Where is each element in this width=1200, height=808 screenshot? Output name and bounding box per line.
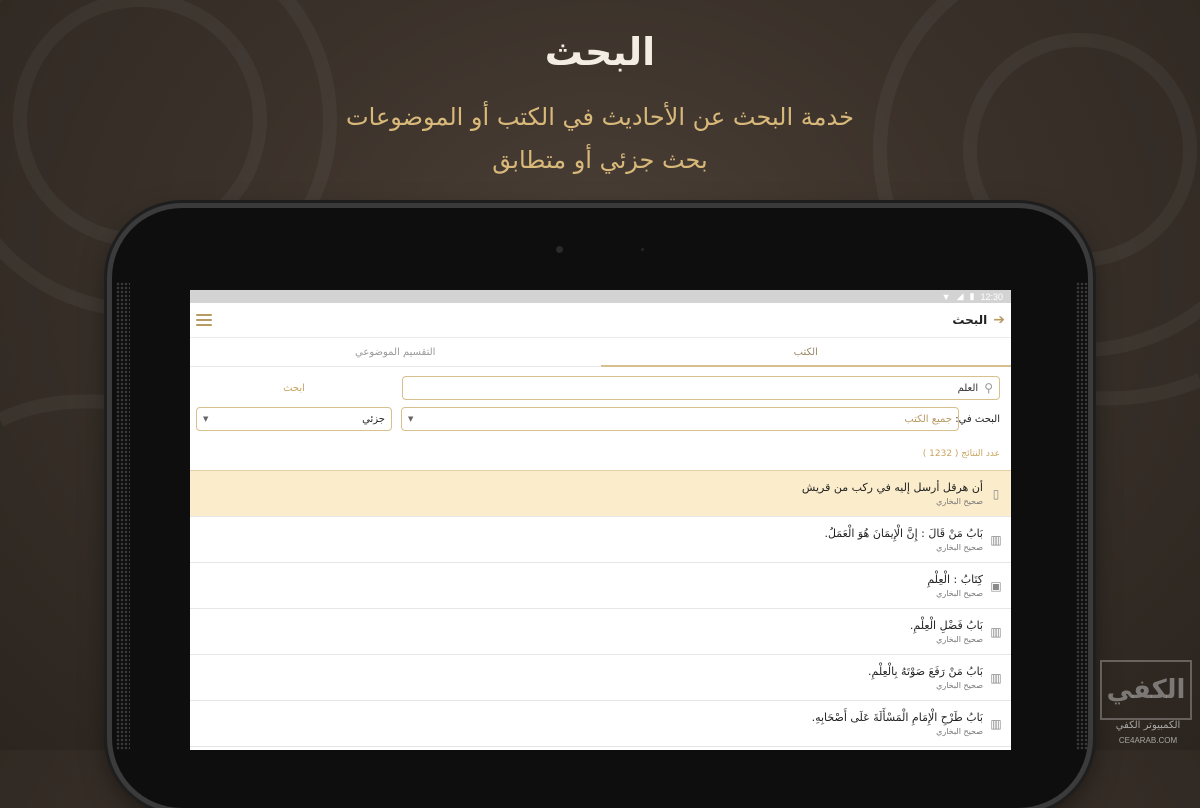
- search-input-box[interactable]: ⚲: [402, 376, 1000, 400]
- open-book-icon: ▥: [990, 532, 1002, 547]
- search-button[interactable]: ابحث: [196, 376, 392, 400]
- tab-bar: الكتب التقسيم الموضوعي: [190, 338, 1011, 367]
- books-select[interactable]: جميع الكتب ▼: [401, 407, 959, 431]
- app-bar-title: البحث: [952, 313, 988, 327]
- tab-books[interactable]: الكتب: [600, 338, 1012, 367]
- sensor-icon: [641, 248, 644, 251]
- list-item[interactable]: ▣ كِتَابُ : الْعِلْمِ صحيح البخاري: [190, 563, 1011, 609]
- watermark-name: الكمبيوتر الكفي: [1115, 720, 1181, 731]
- result-source: صحيح البخاري: [936, 497, 983, 506]
- open-book-icon: ▥: [990, 624, 1002, 639]
- device-screen: 12:30 ▮ ◢ ▼ ➔ البحث الكتب التقسيم الموضو…: [190, 290, 1011, 750]
- books-select-value: جميع الكتب: [904, 413, 952, 425]
- list-item[interactable]: ▥ بَابُ مَنْ رَفَعَ صَوْتَهُ بِالْعِلْمِ…: [190, 655, 1011, 701]
- search-form: ⚲ ابحث البحث في: جميع الكتب ▼ جزئي ▼ عدد…: [190, 367, 1011, 470]
- menu-hamburger-icon[interactable]: [196, 314, 212, 326]
- book-icon: ▣: [990, 578, 1002, 593]
- promo-title: البحث: [544, 30, 656, 74]
- result-title: بَابُ مَنْ رَفَعَ صَوْتَهُ بِالْعِلْمِ.: [868, 665, 983, 678]
- speaker-grille-left: [116, 282, 130, 750]
- app-bar: ➔ البحث: [190, 303, 1011, 338]
- search-in-label: البحث في:: [955, 414, 1000, 425]
- search-mode-select[interactable]: جزئي ▼: [196, 407, 392, 431]
- speaker-grille-right: [1076, 282, 1090, 750]
- result-source: صحيح البخاري: [936, 589, 983, 598]
- results-list: ▯ أن هرقل أرسل إليه في ركب من قريش صحيح …: [190, 470, 1011, 747]
- result-source: صحيح البخاري: [936, 543, 983, 552]
- list-item[interactable]: ▥ بَابُ مَنْ قَالَ : إِنَّ الْإِيمَانَ ه…: [190, 517, 1011, 563]
- result-source: صحيح البخاري: [936, 635, 983, 644]
- chevron-down-icon: ▼: [408, 415, 414, 423]
- watermark-url: CE4ARAB.COM: [1118, 736, 1178, 745]
- back-arrow-icon[interactable]: ➔: [993, 312, 1005, 328]
- signal-icon: ◢: [956, 291, 964, 301]
- results-count: عدد النتائج ( 1232 ): [922, 449, 1000, 459]
- document-icon: ▯: [992, 486, 1000, 501]
- result-title: بَابُ طَرْحِ الْإِمَامِ الْمَسْأَلَةَ عَ…: [811, 711, 983, 724]
- search-input[interactable]: [409, 381, 981, 395]
- status-time: 12:30: [980, 291, 1003, 302]
- result-title: بَابُ فَضْلِ الْعِلْمِ.: [909, 619, 983, 632]
- battery-icon: ▮: [969, 291, 975, 301]
- list-item[interactable]: ▥ بَابُ طَرْحِ الْإِمَامِ الْمَسْأَلَةَ …: [190, 701, 1011, 747]
- app-bar-title-group: ➔ البحث: [952, 312, 1005, 328]
- list-item[interactable]: ▯ أن هرقل أرسل إليه في ركب من قريش صحيح …: [190, 471, 1011, 517]
- result-source: صحيح البخاري: [936, 727, 983, 736]
- promo-subtitle-line-2: بحث جزئي أو متطابق: [492, 146, 708, 174]
- list-item[interactable]: ▥ بَابُ فَضْلِ الْعِلْمِ. صحيح البخاري: [190, 609, 1011, 655]
- open-book-icon: ▥: [990, 670, 1002, 685]
- search-icon: ⚲: [984, 381, 993, 395]
- result-title: كِتَابُ : الْعِلْمِ: [927, 573, 983, 586]
- promo-subtitle-line-1: خدمة البحث عن الأحاديث في الكتب أو الموض…: [346, 103, 854, 131]
- tab-topics[interactable]: التقسيم الموضوعي: [190, 338, 601, 366]
- result-title: أن هرقل أرسل إليه في ركب من قريش: [801, 481, 983, 494]
- watermark-logo: ﺍﻟﻜﻔﻲ: [1100, 660, 1192, 720]
- result-source: صحيح البخاري: [936, 681, 983, 690]
- search-mode-value: جزئي: [362, 413, 385, 425]
- result-title: بَابُ مَنْ قَالَ : إِنَّ الْإِيمَانَ هُو…: [824, 527, 983, 540]
- wifi-icon: ▼: [941, 291, 951, 302]
- status-bar: 12:30 ▮ ◢ ▼: [190, 290, 1011, 303]
- open-book-icon: ▥: [990, 716, 1002, 731]
- chevron-down-icon: ▼: [203, 415, 209, 423]
- camera-icon: [556, 246, 563, 253]
